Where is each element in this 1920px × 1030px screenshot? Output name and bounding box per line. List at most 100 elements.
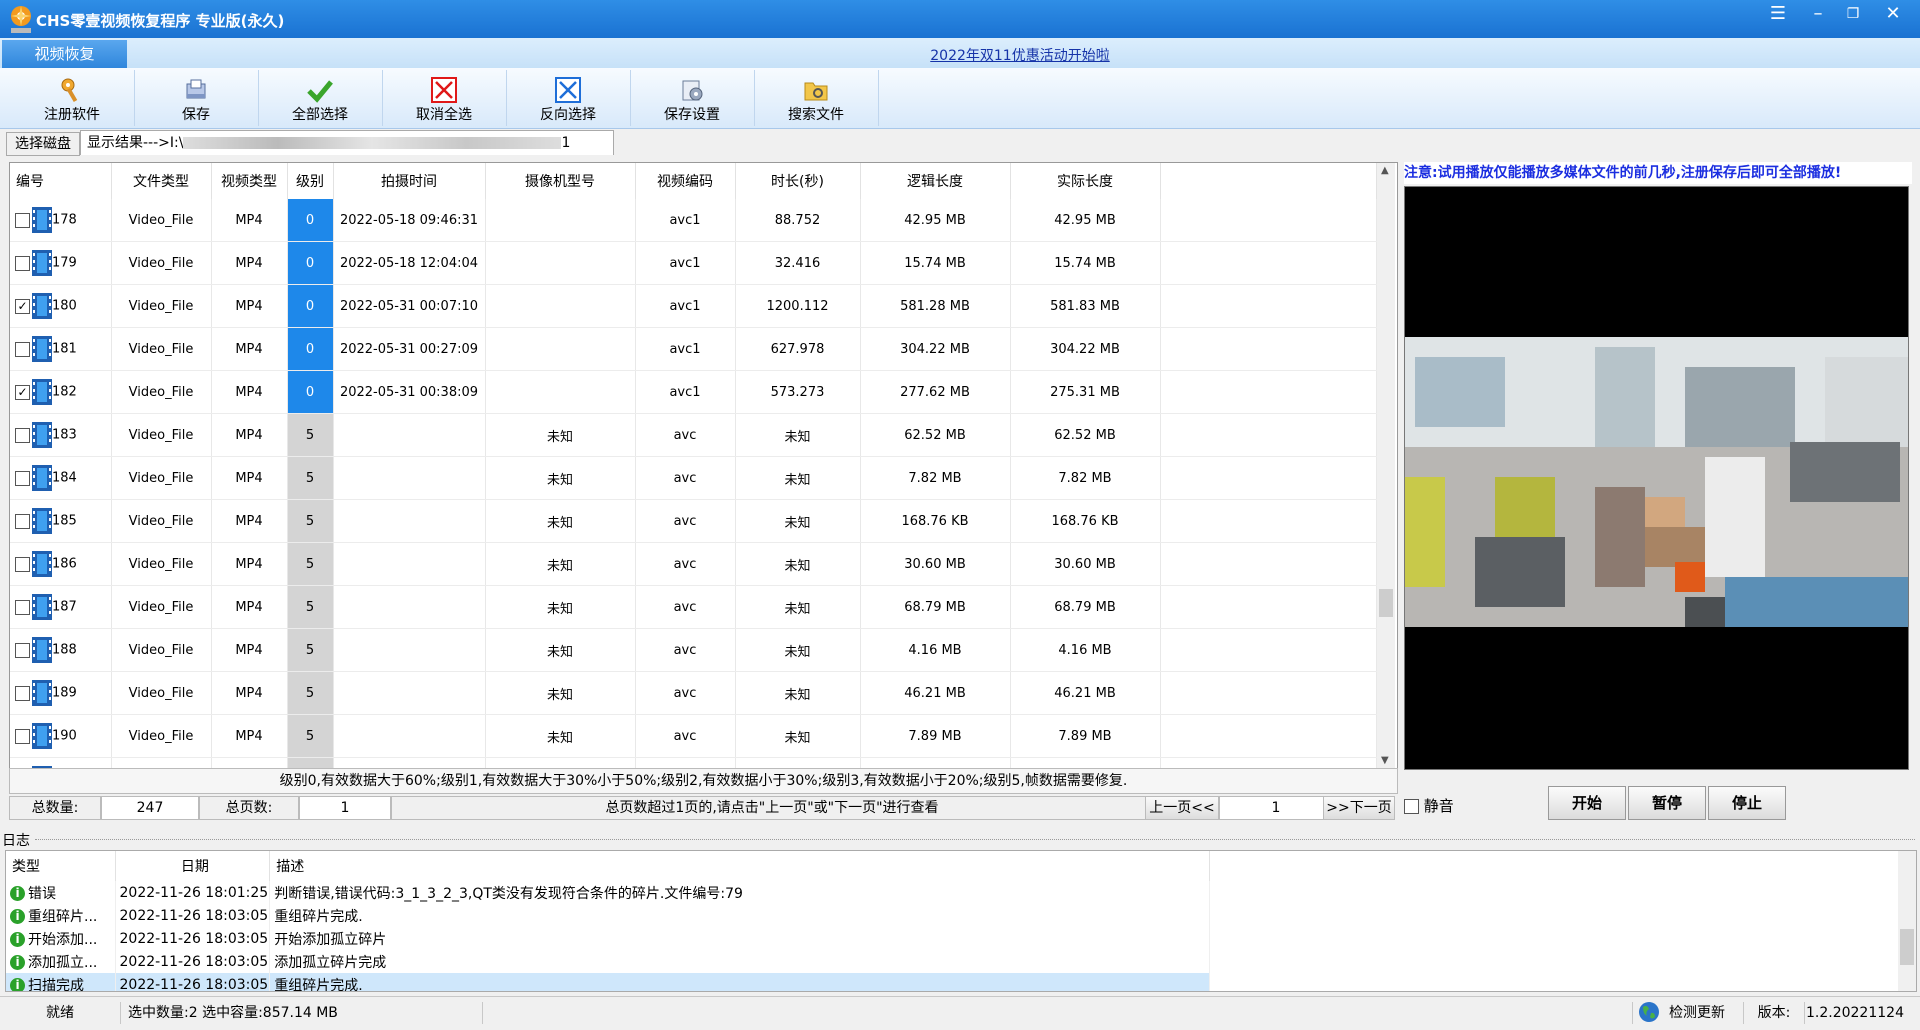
id-cell: ✓ 180 — [10, 284, 112, 328]
check-update-button[interactable]: 检测更新 — [1632, 1002, 1744, 1024]
current-page-input[interactable]: 1 — [1219, 796, 1333, 820]
col-header-duration[interactable]: 时长(秒) — [735, 163, 861, 199]
log-header-desc[interactable]: 描述 — [269, 851, 1211, 881]
result-path-suffix: 1 — [561, 135, 571, 151]
shoot-time-cell — [333, 542, 486, 586]
play-stop-button[interactable]: 停止 — [1708, 786, 1786, 820]
table-row[interactable]: 184 Video_File MP4 5 未知 avc 未知 7.82 MB 7.82 MB — [10, 456, 1377, 500]
table-row[interactable]: 179 Video_File MP4 0 2022-05-18 12:04:04 avc1… — [10, 241, 1377, 285]
log-row[interactable]: i 扫描完成 2022-11-26 18:03:05 重组碎片完成. — [6, 973, 1906, 992]
col-header-codec[interactable]: 视频编码 — [635, 163, 736, 199]
invert-select-button[interactable]: 反向选择 — [506, 70, 631, 126]
row-checkbox[interactable] — [15, 556, 30, 572]
mute-checkbox[interactable] — [1404, 799, 1419, 814]
table-row[interactable]: ✓ 180 Video_File MP4 0 2022-05-31 00:07:10 avc… — [10, 284, 1377, 328]
log-header-date[interactable]: 日期 — [115, 851, 271, 881]
row-checkbox[interactable]: ✓ — [15, 384, 30, 400]
col-header-file-type[interactable]: 文件类型 — [111, 163, 212, 199]
select-all-button[interactable]: 全部选择 — [258, 70, 383, 126]
row-id: 189 — [52, 685, 77, 701]
col-header-id[interactable]: 编号 — [10, 163, 112, 199]
menu-icon[interactable]: ☰ — [1763, 2, 1793, 28]
log-date-cell: 2022-11-26 18:03:05 — [115, 927, 271, 950]
table-row[interactable]: 188 Video_File MP4 5 未知 avc 未知 4.16 MB 4.16 MB — [10, 628, 1377, 672]
actual-size-cell: 68.79 MB — [1010, 585, 1161, 629]
log-row[interactable]: i 添加孤立... 2022-11-26 18:03:05 添加孤立碎片完成 — [6, 950, 1906, 973]
table-row[interactable]: ✓ 182 Video_File MP4 0 2022-05-31 00:38:09 avc… — [10, 370, 1377, 414]
camera-model-cell: 未知 — [485, 671, 636, 715]
promo-link[interactable]: 2022年双11优惠活动开始啦 — [0, 45, 1920, 65]
table-row[interactable]: 183 Video_File MP4 5 未知 avc 未知 62.52 MB 62.52 MB — [10, 413, 1377, 457]
col-header-level[interactable]: 级别 — [287, 163, 334, 199]
row-checkbox[interactable] — [15, 470, 30, 486]
result-path-prefix: 显示结果--->I:\ — [87, 135, 184, 151]
actual-size-cell: 168.76 KB — [1010, 499, 1161, 543]
shoot-time-cell — [333, 585, 486, 629]
video-file-icon — [32, 422, 52, 448]
table-row[interactable]: 181 Video_File MP4 0 2022-05-31 00:27:09 avc1… — [10, 327, 1377, 371]
row-checkbox[interactable] — [15, 685, 30, 701]
log-type-cell: i 添加孤立... — [6, 950, 116, 973]
prev-page-button[interactable]: 上一页<< — [1145, 796, 1219, 820]
log-row[interactable]: i 开始添加... 2022-11-26 18:03:05 开始添加孤立碎片 — [6, 927, 1906, 950]
level-cell: 0 — [287, 241, 334, 285]
table-row[interactable]: 189 Video_File MP4 5 未知 avc 未知 46.21 MB 46.21 MB — [10, 671, 1377, 715]
table-row[interactable]: 190 Video_File MP4 5 未知 avc 未知 7.89 MB 7.89 MB — [10, 714, 1377, 758]
row-checkbox[interactable] — [15, 255, 30, 271]
save-settings-button[interactable]: 保存设置 — [630, 70, 755, 126]
register-button[interactable]: 注册软件 — [10, 70, 135, 126]
file-type-cell: Video_File — [111, 327, 212, 371]
actual-size-cell: 7.82 MB — [1010, 456, 1161, 500]
folder-search-icon — [804, 82, 828, 101]
table-row[interactable]: 185 Video_File MP4 5 未知 avc 未知 168.76 KB 168.76 … — [10, 499, 1377, 543]
mute-toggle[interactable]: 静音 — [1404, 795, 1454, 816]
log-divider — [35, 839, 1915, 840]
search-files-button[interactable]: 搜索文件 — [754, 70, 879, 126]
row-id: 190 — [52, 728, 77, 744]
scroll-up-icon[interactable]: ▲ — [1381, 165, 1389, 176]
log-header-type[interactable]: 类型 — [6, 851, 116, 881]
row-checkbox[interactable] — [15, 427, 30, 443]
shoot-time-cell — [333, 413, 486, 457]
maximize-button[interactable]: ❐ — [1838, 2, 1868, 28]
logical-size-cell: 4.16 MB — [860, 628, 1011, 672]
logical-size-cell: 42.95 MB — [860, 199, 1011, 242]
row-checkbox[interactable] — [15, 341, 30, 357]
table-scrollbar[interactable]: ▲ ▼ — [1377, 163, 1395, 768]
tab-display-result[interactable]: 显示结果--->I:\ 1 — [80, 130, 614, 155]
close-button[interactable]: ✕ — [1878, 2, 1908, 28]
play-start-button[interactable]: 开始 — [1548, 786, 1626, 820]
row-checkbox[interactable] — [15, 599, 30, 615]
row-checkbox[interactable] — [15, 513, 30, 529]
log-type: 扫描完成 — [28, 977, 84, 992]
scroll-down-icon[interactable]: ▼ — [1381, 755, 1389, 766]
col-header-camera-model[interactable]: 摄像机型号 — [485, 163, 636, 199]
row-checkbox[interactable] — [15, 212, 30, 228]
table-row[interactable]: 187 Video_File MP4 5 未知 avc 未知 68.79 MB 68.79 MB — [10, 585, 1377, 629]
row-checkbox[interactable] — [15, 728, 30, 744]
log-row[interactable]: i 重组碎片... 2022-11-26 18:03:05 重组碎片完成. — [6, 904, 1906, 927]
scroll-thumb[interactable] — [1379, 589, 1393, 617]
log-scrollbar[interactable] — [1898, 851, 1916, 991]
total-count: 247 — [101, 796, 199, 820]
col-header-logical-size[interactable]: 逻辑长度 — [860, 163, 1011, 199]
next-page-button[interactable]: >>下一页 — [1323, 796, 1395, 820]
shoot-time-cell: 2022-05-18 12:04:04 — [333, 241, 486, 285]
col-header-actual-size[interactable]: 实际长度 — [1010, 163, 1161, 199]
table-row[interactable]: 186 Video_File MP4 5 未知 avc 未知 30.60 MB 30.60 MB — [10, 542, 1377, 586]
actual-size-cell: 62.52 MB — [1010, 413, 1161, 457]
save-button[interactable]: 保存 — [134, 70, 259, 126]
row-id: 178 — [52, 212, 77, 228]
table-row[interactable]: 178 Video_File MP4 0 2022-05-18 09:46:31 avc1… — [10, 199, 1377, 242]
minimize-button[interactable]: – — [1803, 2, 1833, 28]
log-scroll-thumb[interactable] — [1900, 929, 1914, 965]
log-row[interactable]: i 错误 2022-11-26 18:01:25 判断错误,错误代码:3_1_3_2_… — [6, 881, 1906, 904]
row-checkbox[interactable] — [15, 642, 30, 658]
play-pause-button[interactable]: 暂停 — [1628, 786, 1706, 820]
col-header-shoot-time[interactable]: 拍摄时间 — [333, 163, 486, 199]
row-checkbox[interactable]: ✓ — [15, 298, 30, 314]
tab-select-disk[interactable]: 选择磁盘 — [6, 132, 80, 156]
deselect-all-button[interactable]: 取消全选 — [382, 70, 507, 126]
info-icon: i — [10, 955, 25, 970]
col-header-video-type[interactable]: 视频类型 — [211, 163, 288, 199]
